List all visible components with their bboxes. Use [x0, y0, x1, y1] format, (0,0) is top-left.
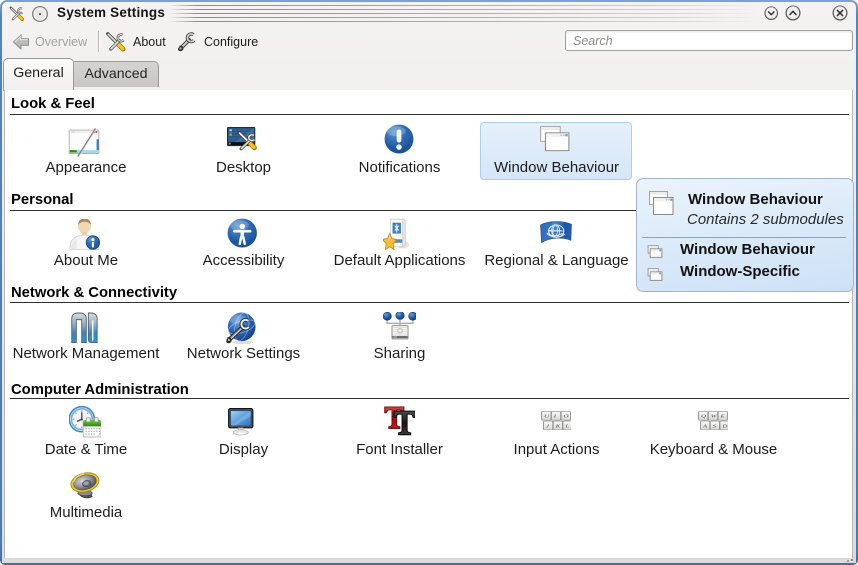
svg-text:O: O — [564, 414, 570, 419]
svg-text:Q: Q — [701, 414, 707, 419]
svg-text:A: A — [702, 424, 708, 429]
svg-text:S: S — [713, 424, 717, 429]
svg-text:D: D — [721, 424, 728, 429]
svg-text:E: E — [719, 414, 725, 419]
svg-text:L: L — [564, 424, 569, 429]
svg-text:U: U — [544, 414, 550, 419]
svg-text:J: J — [546, 424, 550, 429]
